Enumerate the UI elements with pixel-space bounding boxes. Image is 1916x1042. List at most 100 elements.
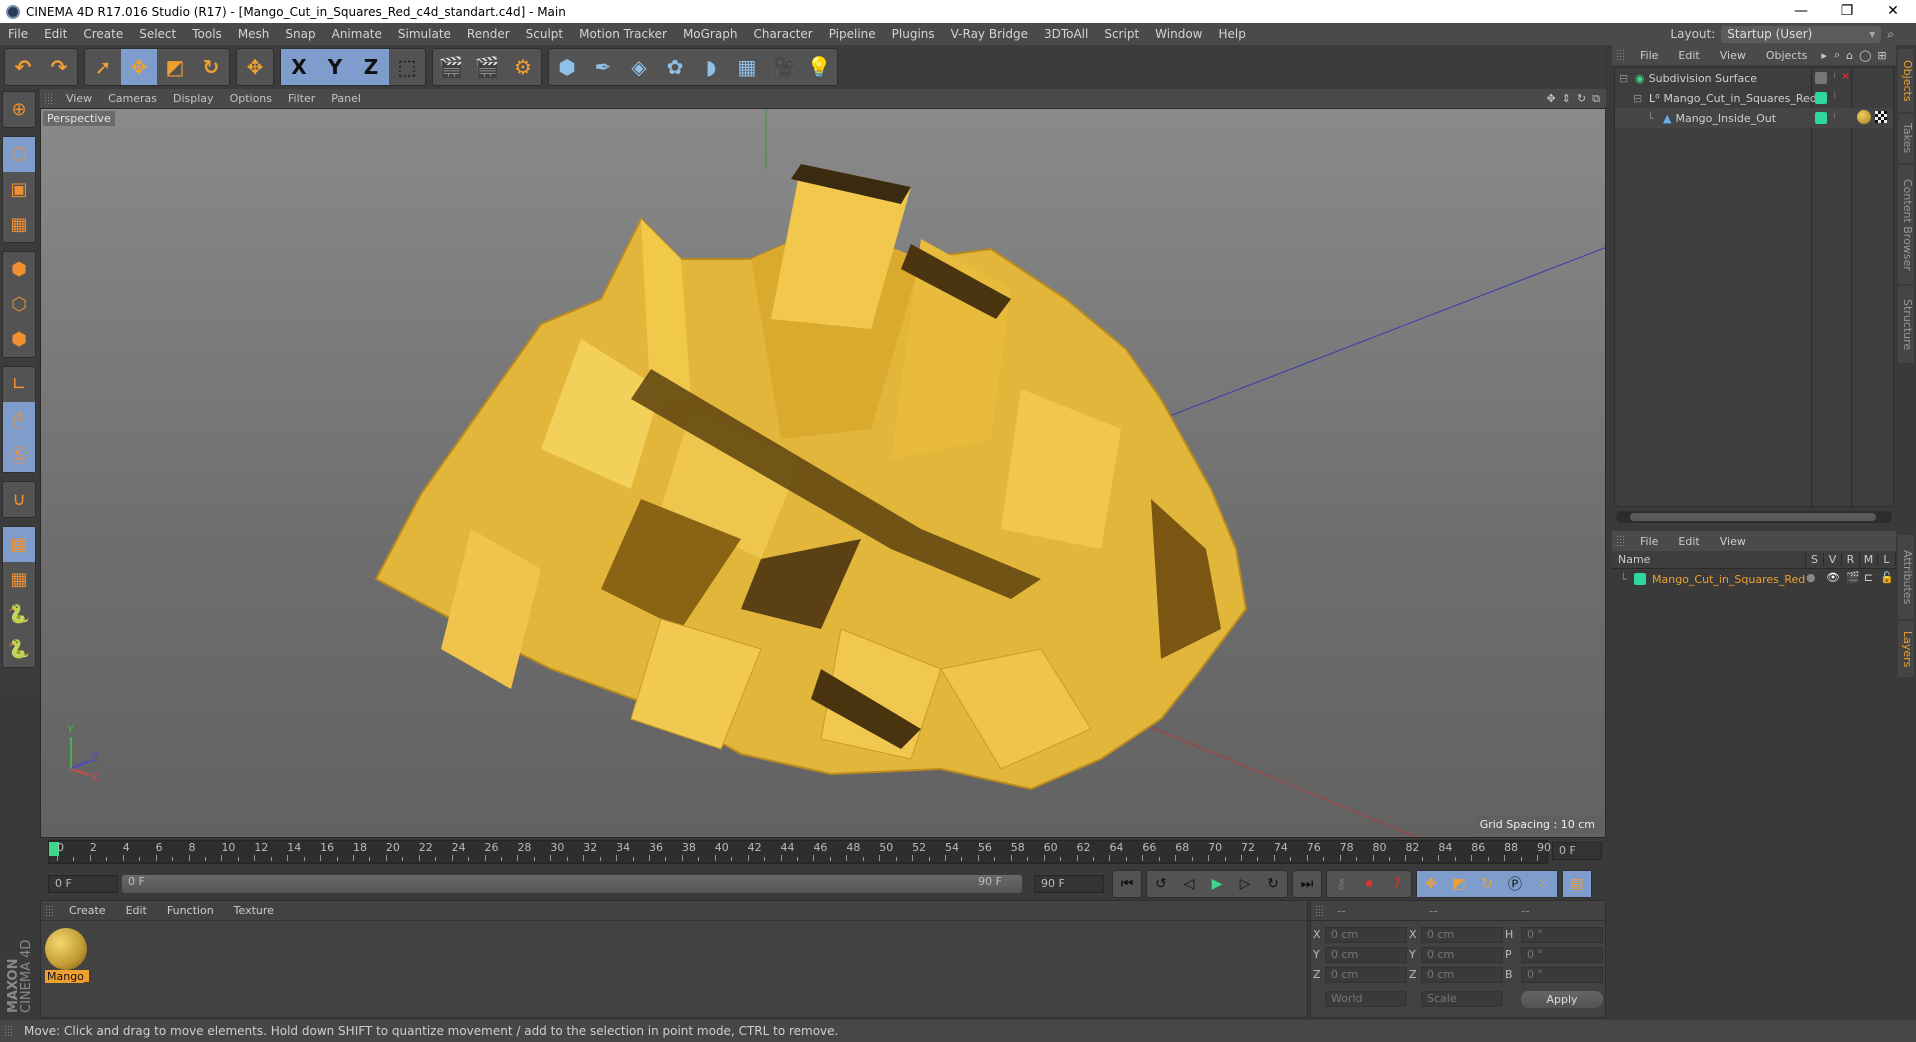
array-button[interactable]: ✿ [657,49,693,85]
manager-icon[interactable]: ⊏ [1864,571,1873,584]
viewport-dolly-icon[interactable]: ⇕ [1562,92,1571,106]
material-menu-edit[interactable]: Edit [116,904,157,917]
menu-plugins[interactable]: Plugins [884,27,943,41]
menu-render[interactable]: Render [459,27,518,41]
coord-field[interactable]: 0 cm [1325,967,1407,983]
coord-field[interactable]: 0 cm [1421,947,1503,963]
material-tag-icon[interactable] [1857,110,1871,124]
material-swatch[interactable]: Mango_ [45,928,89,983]
layers-menu-view[interactable]: View [1710,535,1756,548]
viewport-menu-cameras[interactable]: Cameras [100,92,165,105]
objects-menu-file[interactable]: File [1630,49,1668,62]
viewport-menu-display[interactable]: Display [165,92,222,105]
material-menu-texture[interactable]: Texture [224,904,284,917]
viewport-menu-view[interactable]: View [58,92,100,105]
autokey-button[interactable]: ⏺ [1355,871,1383,897]
render-view-button[interactable]: 🎬 [433,49,469,85]
material-menu-function[interactable]: Function [157,904,224,917]
coord-field[interactable]: 0 cm [1325,927,1407,943]
world-coord-button[interactable]: ⬚ [389,49,425,85]
select-arrow-button[interactable]: ➚ [85,49,121,85]
range-slider[interactable]: 0 F 90 F [122,875,1022,893]
coord-field[interactable]: 0 ° [1521,947,1603,963]
menu-tools[interactable]: Tools [184,27,230,41]
texture-mode-button[interactable]: ▣ [3,172,35,207]
viewport-orbit-icon[interactable]: ↻ [1577,92,1586,106]
side-tab-layers[interactable]: Layers [1898,621,1914,677]
filter-icon[interactable]: ◯ [1856,49,1874,62]
layers-column-m[interactable]: M [1860,553,1878,566]
3d-viewport[interactable]: Y Z X Perspective Grid Spacing : 10 cm [40,108,1606,838]
x-axis-button[interactable]: X [281,49,317,85]
layout-dropdown[interactable]: Startup (User) [1721,25,1882,43]
solo-icon[interactable]: ● [1806,571,1816,584]
coord-field[interactable]: 0 ° [1521,927,1603,943]
menu-create[interactable]: Create [75,27,131,41]
side-tab-structure[interactable]: Structure [1898,286,1914,363]
objects-scrollbar[interactable] [1616,511,1892,523]
objects-menu-edit[interactable]: Edit [1668,49,1709,62]
move-button[interactable]: ✥ [121,49,157,85]
home-icon[interactable]: ⌂ [1843,49,1856,62]
side-tab-objects[interactable]: Objects [1898,49,1914,112]
deformer-button[interactable]: ◗ [693,49,729,85]
menu-v-ray-bridge[interactable]: V-Ray Bridge [943,27,1036,41]
material-name[interactable]: Mango_ [45,970,89,983]
menu-snap[interactable]: Snap [277,27,323,41]
record-help-button[interactable]: ? [1383,871,1411,897]
scrollbar-thumb[interactable] [1630,513,1876,521]
end-frame-field[interactable]: 90 F [1034,875,1104,893]
move-alt-button[interactable]: ✥ [237,49,273,85]
new-panel-icon[interactable]: ⊞ [1874,49,1889,62]
panel-grip[interactable] [1616,535,1626,547]
side-tab-content-browser[interactable]: Content Browser [1898,165,1914,284]
layers-menu-edit[interactable]: Edit [1668,535,1709,548]
menu-edit[interactable]: Edit [36,27,75,41]
layer-color-swatch[interactable] [1634,573,1646,585]
maximize-button[interactable]: ❐ [1824,0,1870,23]
side-tab-attributes[interactable]: Attributes [1898,535,1914,619]
step-forward-button[interactable]: ▷ [1231,871,1259,897]
menu-3dtoall[interactable]: 3DToAll [1036,27,1096,41]
render-icon[interactable]: 🎬 [1846,571,1860,584]
light-button[interactable]: 💡 [801,49,837,85]
prev-key-button[interactable]: ↺ [1147,871,1175,897]
play-button[interactable]: ▶ [1203,871,1231,897]
start-frame-field[interactable]: 0 F [48,875,118,893]
key-move-button[interactable]: ✥ [1417,871,1445,897]
points-mode-button[interactable]: ⬢ [3,252,35,287]
render-picture-viewer-button[interactable]: 🎬 [469,49,505,85]
side-tab-takes[interactable]: Takes [1898,114,1914,163]
menu-mograph[interactable]: MoGraph [675,27,746,41]
locked-workplane-button[interactable]: ▦ [3,527,35,562]
minimize-button[interactable]: — [1778,0,1824,23]
layers-column-v[interactable]: V [1824,553,1842,566]
menu-file[interactable]: File [0,27,36,41]
current-frame-field[interactable]: 0 F [1552,842,1602,860]
key-scale-button[interactable]: ◩ [1445,871,1473,897]
pen-button[interactable]: ✒ [585,49,621,85]
snap-s-button[interactable]: Ⓢ [3,437,35,472]
z-axis-button[interactable]: Z [353,49,389,85]
timeline-ruler[interactable]: 0 2 4 6 8 10 12 14 16 18 20 22 24 26 28 30 32 34 36 38 40 42 4… [48,840,1551,864]
menu-sculpt[interactable]: Sculpt [518,27,571,41]
polygons-mode-button[interactable]: ⬢ [3,322,35,357]
search-icon[interactable]: ⌕ [1887,27,1894,42]
tree-expander[interactable]: ⊟ [1619,72,1631,85]
redo-button[interactable]: ↷ [41,49,77,85]
layers-column-r[interactable]: R [1842,553,1860,566]
workplane-button[interactable]: ▦ [3,207,35,242]
scale-button[interactable]: ◩ [157,49,193,85]
python-alt-button[interactable]: 🐍 [3,632,35,667]
objects-menu-objects[interactable]: Objects [1756,49,1818,62]
layer-name[interactable]: Mango_Cut_in_Squares_Red [1652,573,1805,586]
layers-column-name[interactable]: Name [1612,553,1806,566]
coord-field[interactable]: 0 cm [1421,927,1503,943]
panel-grip[interactable] [1616,49,1626,61]
menu-script[interactable]: Script [1096,27,1147,41]
y-axis-button[interactable]: Y [317,49,353,85]
menu-simulate[interactable]: Simulate [390,27,459,41]
panel-grip[interactable] [1315,904,1325,917]
coord-field[interactable]: 0 ° [1521,967,1603,983]
deactivate-x-icon[interactable]: ✕ [1841,70,1850,83]
